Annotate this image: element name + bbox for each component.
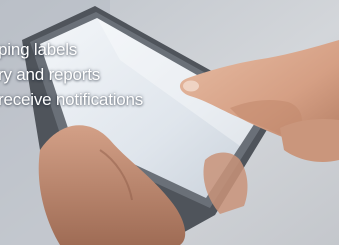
caption-line: ping labels [0,40,78,59]
photo-banner: ping labels ry and reports receive notif… [0,0,339,245]
feature-caption: ping labels ry and reports receive notif… [0,37,143,112]
caption-line: receive notifications [0,90,144,109]
caption-line: ry and reports [0,65,101,84]
